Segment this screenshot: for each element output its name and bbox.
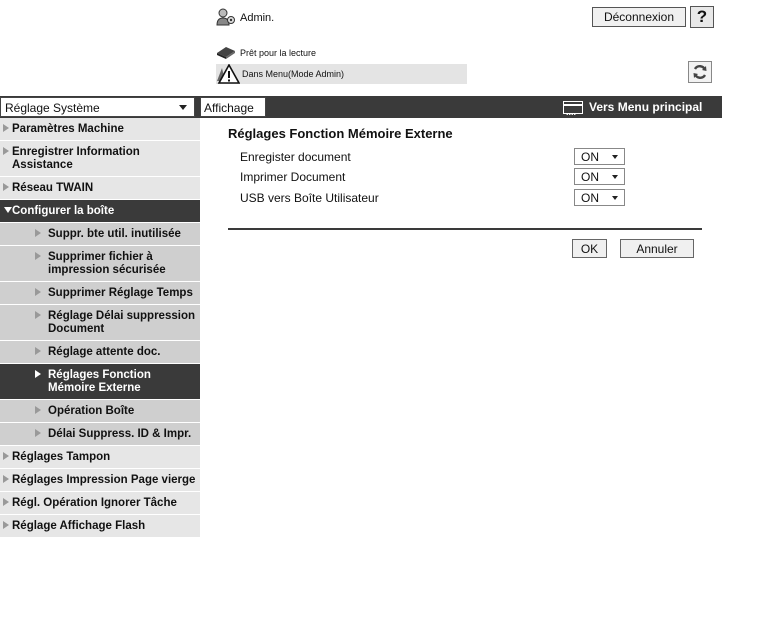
printer-icon xyxy=(217,47,235,59)
sidebar-item[interactable]: Réglage Affichage Flash xyxy=(0,515,200,538)
sidebar-item-label: Suppr. bte util. inutilisée xyxy=(48,228,181,240)
divider xyxy=(228,228,702,230)
sidebar-item[interactable]: Délai Suppress. ID & Impr. xyxy=(0,423,200,446)
help-button[interactable]: ? xyxy=(690,6,714,28)
setting-row-usb: USB vers Boîte Utilisateur ON xyxy=(240,189,640,207)
navigation-bar: Réglage Système Affichage Vers Menu prin… xyxy=(0,96,722,118)
refresh-icon xyxy=(693,65,707,79)
setting-select-enregistrer[interactable]: ON xyxy=(574,148,625,165)
sidebar-item-label: Délai Suppress. ID & Impr. xyxy=(48,428,192,440)
mode-text: Dans Menu(Mode Admin) xyxy=(242,69,345,79)
sidebar-item-label: Configurer la boîte xyxy=(12,205,115,217)
triangle-right-icon xyxy=(3,147,9,155)
sidebar-item-label: Régl. Opération Ignorer Tâche xyxy=(12,497,177,509)
admin-header: Admin. Déconnexion ? xyxy=(216,6,726,30)
setting-row-enregistrer: Enregister document ON xyxy=(240,148,640,166)
triangle-right-icon xyxy=(3,521,9,529)
refresh-button[interactable] xyxy=(688,61,712,83)
setting-row-imprimer: Imprimer Document ON xyxy=(240,168,640,186)
cancel-button[interactable]: Annuler xyxy=(620,239,694,258)
sidebar-item[interactable]: Enregistrer Information Assistance xyxy=(0,141,200,177)
sidebar-item-label: Paramètres Machine xyxy=(12,123,124,135)
sidebar-item[interactable]: Paramètres Machine xyxy=(0,118,200,141)
setting-select-value: ON xyxy=(581,150,599,164)
status-text: Prêt pour la lecture xyxy=(240,48,317,58)
admin-label: Admin. xyxy=(240,12,275,24)
chevron-down-icon xyxy=(179,105,187,110)
triangle-right-icon xyxy=(35,252,41,260)
sidebar-item-label: Réglages Tampon xyxy=(12,451,111,463)
main-menu-icon xyxy=(563,100,583,117)
triangle-right-icon xyxy=(35,347,41,355)
sidebar-item-label: Supprimer Réglage Temps xyxy=(48,287,193,299)
setting-label: Imprimer Document xyxy=(240,170,346,184)
triangle-right-icon xyxy=(3,124,9,132)
triangle-right-icon xyxy=(35,429,41,437)
triangle-right-icon xyxy=(35,370,41,378)
page-title: Réglages Fonction Mémoire Externe xyxy=(228,126,453,141)
triangle-right-icon xyxy=(35,406,41,414)
system-settings-value: Réglage Système xyxy=(5,101,100,115)
sidebar-item[interactable]: Réglages Fonction Mémoire Externe xyxy=(0,364,200,400)
sidebar-item[interactable]: Réglage attente doc. xyxy=(0,341,200,364)
sidebar-item-label: Réglage Affichage Flash xyxy=(12,520,146,532)
sidebar-item[interactable]: Supprimer Réglage Temps xyxy=(0,282,200,305)
tab-affichage[interactable]: Affichage xyxy=(200,97,266,117)
sidebar-item-label: Réglages Impression Page vierge xyxy=(12,474,196,486)
triangle-right-icon xyxy=(3,475,9,483)
sidebar-item[interactable]: Réglages Tampon xyxy=(0,446,200,469)
setting-select-value: ON xyxy=(581,191,599,205)
mode-status: Dans Menu(Mode Admin) xyxy=(216,64,467,84)
triangle-right-icon xyxy=(3,452,9,460)
triangle-right-icon xyxy=(35,229,41,237)
ok-button[interactable]: OK xyxy=(572,239,607,258)
main-menu-label: Vers Menu principal xyxy=(589,100,703,114)
sidebar-item[interactable]: Réseau TWAIN xyxy=(0,177,200,200)
sidebar-item-label: Réglage Délai suppression Document xyxy=(48,310,195,335)
sidebar-item[interactable]: Supprimer fichier à impression sécurisée xyxy=(0,246,200,282)
setting-select-usb[interactable]: ON xyxy=(574,189,625,206)
sidebar-item[interactable]: Configurer la boîte xyxy=(0,200,200,223)
triangle-right-icon xyxy=(3,183,9,191)
chevron-down-icon xyxy=(612,196,618,200)
sidebar-menu: Paramètres Machine Enregistrer Informatio… xyxy=(0,118,200,538)
tab-affichage-label: Affichage xyxy=(204,101,254,115)
sidebar-item-label: Supprimer fichier à impression sécurisée xyxy=(48,251,166,276)
sidebar-item[interactable]: Réglage Délai suppression Document xyxy=(0,305,200,341)
chevron-down-icon xyxy=(612,155,618,159)
chevron-down-icon xyxy=(612,175,618,179)
setting-select-imprimer[interactable]: ON xyxy=(574,168,625,185)
sidebar-item[interactable]: Opération Boîte xyxy=(0,400,200,423)
triangle-right-icon xyxy=(35,311,41,319)
warning-icon xyxy=(217,64,240,84)
setting-label: Enregister document xyxy=(240,150,351,164)
logout-button[interactable]: Déconnexion xyxy=(592,7,686,27)
sidebar-item-label: Enregistrer Information Assistance xyxy=(12,146,140,171)
triangle-right-icon xyxy=(3,498,9,506)
sidebar-item[interactable]: Suppr. bte util. inutilisée xyxy=(0,223,200,246)
triangle-right-icon xyxy=(35,288,41,296)
sidebar-item[interactable]: Réglages Impression Page vierge xyxy=(0,469,200,492)
sidebar-item-label: Réseau TWAIN xyxy=(12,182,94,194)
triangle-down-icon xyxy=(4,207,12,213)
main-menu-link[interactable]: Vers Menu principal xyxy=(563,96,702,118)
sidebar-item-label: Opération Boîte xyxy=(48,405,135,417)
system-settings-select[interactable]: Réglage Système xyxy=(0,97,195,117)
setting-select-value: ON xyxy=(581,170,599,184)
sidebar-item[interactable]: Régl. Opération Ignorer Tâche xyxy=(0,492,200,515)
admin-user-icon xyxy=(216,8,235,26)
sidebar-item-label: Réglage attente doc. xyxy=(48,346,161,358)
sidebar-item-label: Réglages Fonction Mémoire Externe xyxy=(48,369,151,394)
setting-label: USB vers Boîte Utilisateur xyxy=(240,191,379,205)
